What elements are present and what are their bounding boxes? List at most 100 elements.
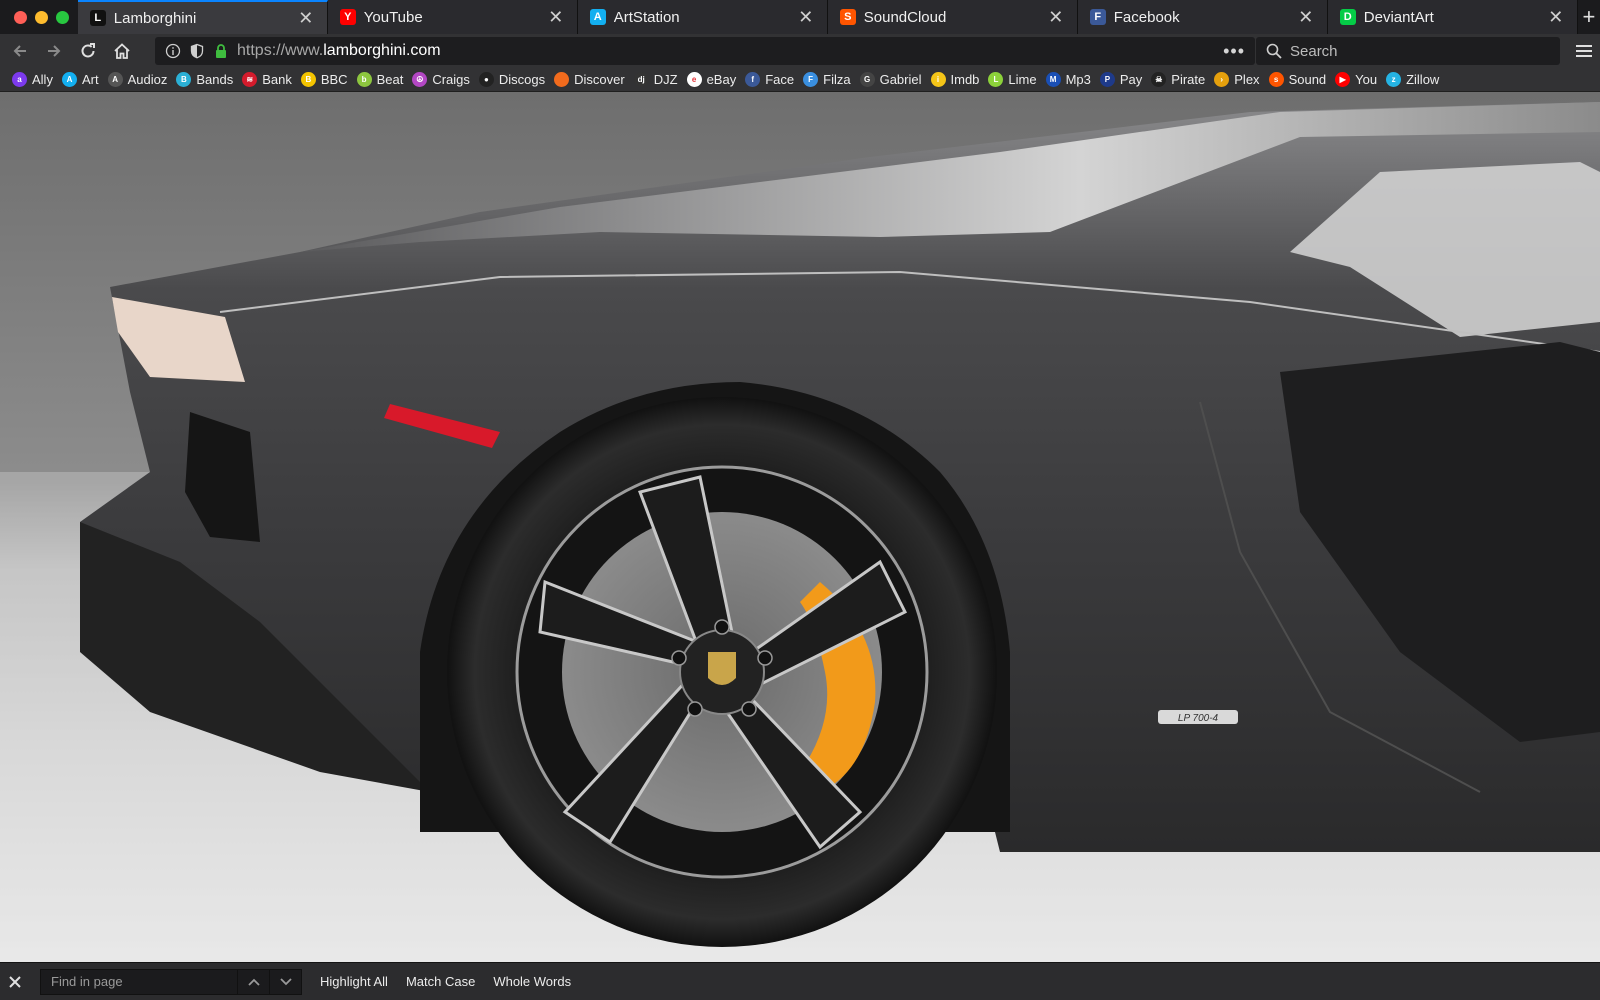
navigation-toolbar: https://www.lamborghini.com ••• Search	[0, 34, 1600, 68]
bookmark-imdb[interactable]: i Imdb	[930, 72, 979, 87]
bookmark-discover[interactable]: Discover	[554, 72, 625, 87]
tab-close-icon[interactable]: ✕	[547, 8, 565, 26]
maximize-window-button[interactable]	[56, 10, 69, 24]
bookmark-you[interactable]: ▶ You	[1335, 72, 1377, 87]
tab-soundcloud[interactable]: S SoundCloud ✕	[827, 0, 1078, 34]
find-next-button[interactable]	[270, 968, 302, 995]
artstation-icon: A	[589, 9, 606, 25]
close-window-button[interactable]	[14, 10, 27, 24]
info-icon[interactable]	[165, 43, 181, 59]
bookmark-sound[interactable]: s Sound	[1268, 72, 1326, 87]
find-close-button[interactable]	[0, 963, 30, 1000]
tab-lamborghini[interactable]: L Lamborghini ✕	[77, 0, 328, 34]
bookmark-face[interactable]: f Face	[745, 72, 794, 87]
bookmark-label: Beat	[376, 72, 404, 87]
tab-title: Lamborghini	[113, 9, 197, 27]
bookmark-ebay[interactable]: e eBay	[686, 72, 736, 87]
bookmark-lime[interactable]: L Lime	[988, 72, 1037, 87]
lime-icon: L	[988, 72, 1004, 87]
bookmark-audioz[interactable]: A Audioz	[107, 72, 168, 87]
bookmark-label: Discogs	[498, 72, 546, 87]
url-domain: lamborghini.com	[323, 42, 441, 59]
bookmark-pirate[interactable]: ☠ Pirate	[1151, 72, 1205, 87]
bookmark-label: Ally	[32, 72, 53, 87]
bookmark-bank[interactable]: ≋ Bank	[242, 72, 292, 87]
lamborghini-shield-icon: L	[89, 10, 106, 26]
new-tab-button[interactable]: +	[1577, 0, 1600, 34]
bookmark-art[interactable]: A Art	[61, 72, 99, 87]
whole-words-toggle[interactable]: Whole Words	[493, 974, 571, 989]
plex-icon: ›	[1214, 72, 1230, 87]
bookmark-craigs[interactable]: ☮ Craigs	[412, 72, 470, 87]
tab-strip: L Lamborghini ✕ Y YouTube ✕ A ArtStation ✕ S Sound…	[0, 0, 1600, 34]
soundcloud-icon: S	[839, 9, 856, 25]
audioz-icon: A	[107, 72, 123, 87]
find-input[interactable]	[51, 974, 227, 989]
address-bar[interactable]: https://www.lamborghini.com •••	[155, 37, 1255, 65]
discover-icon	[554, 72, 570, 87]
bookmark-gabriel[interactable]: G Gabriel	[859, 72, 922, 87]
hamburger-menu-icon	[1576, 45, 1592, 57]
bookmark-zillow[interactable]: z Zillow	[1386, 72, 1439, 87]
arrow-right-icon	[48, 45, 61, 57]
bookmark-label: Filza	[823, 72, 851, 87]
bookmark-beat[interactable]: b Beat	[356, 72, 404, 87]
bookmark-ally[interactable]: a Ally	[12, 72, 53, 87]
tab-title: Facebook	[1113, 8, 1180, 26]
bookmark-bbc[interactable]: B BBC	[300, 72, 348, 87]
bookmark-label: Pirate	[1171, 72, 1206, 87]
find-previous-button[interactable]	[238, 968, 270, 995]
forward-button[interactable]	[42, 39, 66, 63]
tab-deviantart[interactable]: D DeviantArt ✕	[1327, 0, 1578, 34]
minimize-window-button[interactable]	[35, 10, 48, 24]
paypal-icon: P	[1099, 72, 1115, 87]
tab-title: YouTube	[363, 8, 423, 26]
reload-button[interactable]	[76, 39, 100, 63]
close-icon	[9, 975, 21, 988]
tab-close-icon[interactable]: ✕	[1547, 8, 1565, 26]
tab-close-icon[interactable]: ✕	[297, 9, 315, 27]
bookmark-label: Bands	[196, 72, 234, 87]
page-actions-button[interactable]: •••	[1223, 41, 1245, 62]
bookmark-plex[interactable]: › Plex	[1214, 72, 1260, 87]
bookmarks-toolbar: a Ally A Art A Audioz B Bands ≋ Bank B BBC b Beat ☮ Cra…	[0, 68, 1600, 92]
tab-artstation[interactable]: A ArtStation ✕	[577, 0, 828, 34]
bookmark-mp3[interactable]: M Mp3	[1045, 72, 1091, 87]
filza-icon: F	[803, 72, 819, 87]
bookmark-label: Zillow	[1406, 72, 1440, 87]
bookmark-djz[interactable]: dj DJZ	[633, 72, 678, 87]
bookmark-label: Audioz	[127, 72, 168, 87]
bookmark-discogs[interactable]: ● Discogs	[478, 72, 546, 87]
facebook-icon: f	[745, 72, 761, 87]
arrow-left-icon	[13, 45, 26, 57]
bookmark-label: DJZ	[653, 72, 678, 87]
lock-icon[interactable]	[213, 43, 229, 59]
match-case-toggle[interactable]: Match Case	[406, 974, 475, 989]
bookmark-label: Art	[81, 72, 99, 87]
soundcloud-icon: s	[1268, 72, 1284, 87]
home-button[interactable]	[110, 39, 134, 63]
hamburger-menu-button[interactable]	[1572, 39, 1596, 63]
back-button[interactable]	[8, 39, 32, 63]
bookmark-pay[interactable]: P Pay	[1099, 72, 1143, 87]
mp3-icon: M	[1045, 72, 1061, 87]
bookmark-bands[interactable]: B Bands	[176, 72, 233, 87]
search-placeholder: Search	[1290, 42, 1338, 60]
tab-title: SoundCloud	[863, 8, 947, 26]
tab-facebook[interactable]: F Facebook ✕	[1077, 0, 1328, 34]
bookmark-label: Pay	[1119, 72, 1143, 87]
search-icon	[1266, 43, 1282, 59]
url-text[interactable]: https://www.lamborghini.com	[237, 42, 1215, 60]
highlight-all-toggle[interactable]: Highlight All	[320, 974, 388, 989]
search-bar[interactable]: Search	[1256, 37, 1560, 65]
bookmark-label: Plex	[1234, 72, 1260, 87]
discogs-icon: ●	[478, 72, 494, 87]
tab-close-icon[interactable]: ✕	[797, 8, 815, 26]
tab-youtube[interactable]: Y YouTube ✕	[327, 0, 578, 34]
peace-icon: ☮	[412, 72, 428, 87]
djz-icon: dj	[633, 72, 649, 87]
tab-close-icon[interactable]: ✕	[1047, 8, 1065, 26]
tracking-protection-shield-icon[interactable]	[189, 43, 205, 59]
tab-close-icon[interactable]: ✕	[1297, 8, 1315, 26]
bookmark-filza[interactable]: F Filza	[803, 72, 851, 87]
